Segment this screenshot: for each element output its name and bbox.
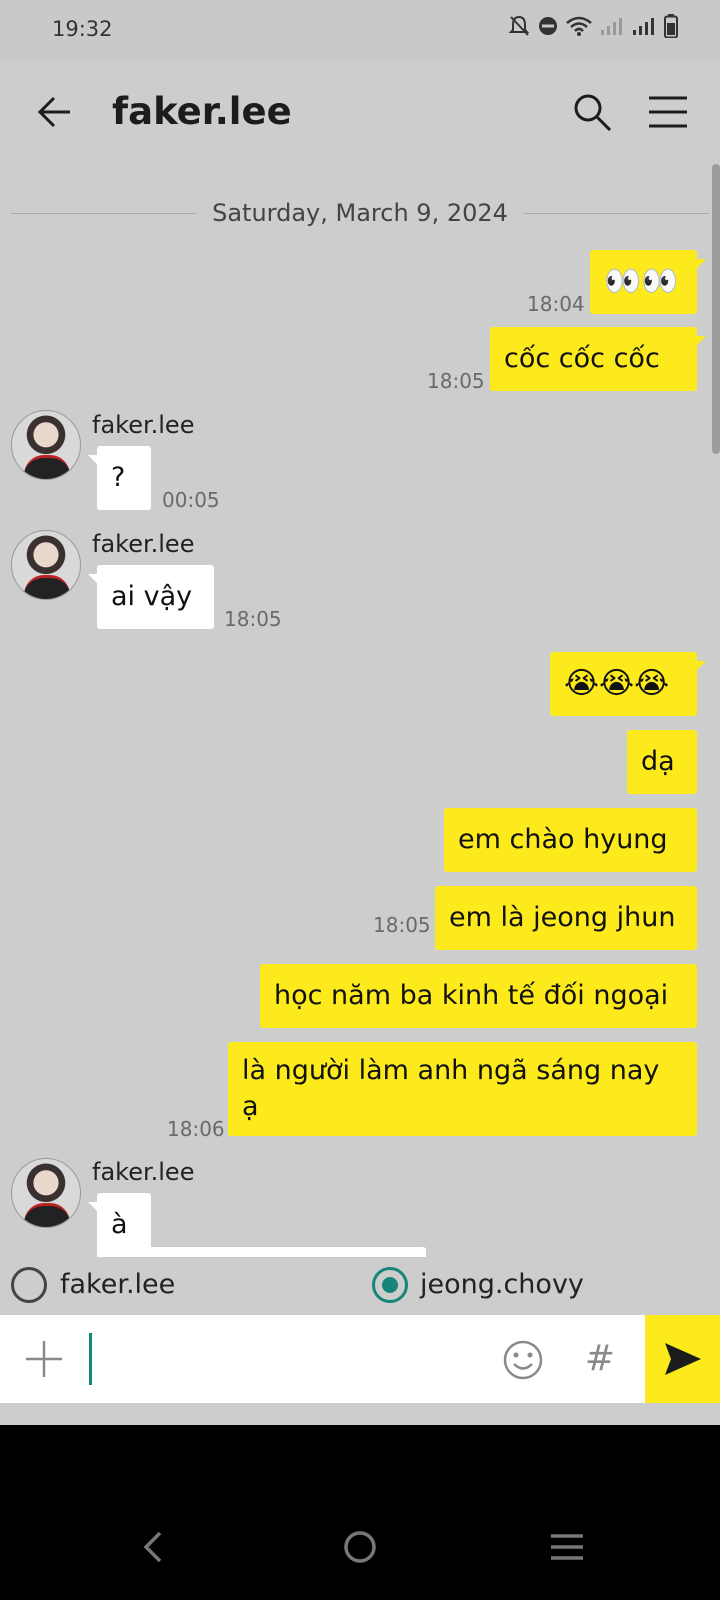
message-input-bar: # (0, 1315, 720, 1403)
send-button[interactable] (645, 1315, 720, 1403)
send-icon (664, 1343, 701, 1375)
status-time: 19:32 (52, 17, 113, 41)
message-time: 18:05 (373, 913, 431, 937)
sender-name: faker.lee (92, 1158, 195, 1186)
nav-recents-button[interactable] (545, 1525, 589, 1569)
speaker-label[interactable]: jeong.chovy (420, 1269, 584, 1300)
avatar[interactable] (11, 410, 81, 480)
avatar[interactable] (11, 530, 81, 600)
nav-back-button[interactable] (132, 1525, 176, 1569)
system-nav-bar (0, 1425, 720, 1600)
emoji-icon (503, 1340, 543, 1380)
message-bubble-sent[interactable]: 😭😭😭 (550, 652, 706, 716)
signal-icon (600, 16, 624, 40)
chat-title: faker.lee (112, 90, 292, 133)
menu-icon (649, 96, 687, 128)
hashtag-button[interactable]: # (578, 1337, 622, 1381)
nav-home-button[interactable] (338, 1525, 382, 1569)
sender-name: faker.lee (92, 411, 195, 439)
message-time: 18:05 (224, 607, 282, 631)
scrollbar[interactable] (712, 164, 720, 454)
message-time: 18:04 (527, 292, 585, 316)
date-separator-label: Saturday, March 9, 2024 (212, 199, 508, 227)
avatar[interactable] (11, 1158, 81, 1228)
status-icons (508, 14, 678, 42)
message-bubble-sent[interactable]: 👀👀 (590, 250, 706, 314)
plus-icon (26, 1341, 62, 1377)
message-bubble-received[interactable]: ? (88, 446, 151, 510)
message-time: 18:06 (167, 1117, 225, 1141)
home-icon (344, 1531, 376, 1563)
message-time: 18:05 (427, 369, 485, 393)
date-separator: Saturday, March 9, 2024 (11, 197, 709, 229)
bell-off-icon (508, 14, 530, 42)
message-bubble-sent[interactable]: em là jeong jhun (435, 886, 697, 950)
speaker-radio-faker[interactable] (11, 1267, 47, 1303)
attach-button[interactable] (22, 1337, 66, 1381)
dnd-icon (538, 16, 558, 40)
speaker-selector: faker.lee jeong.chovy (0, 1257, 720, 1315)
message-bubble-sent[interactable]: học năm ba kinh tế đối ngoại (260, 964, 697, 1028)
message-time: 00:05 (162, 488, 220, 512)
search-icon (574, 94, 612, 132)
search-button[interactable] (568, 88, 616, 136)
signal-icon (632, 16, 656, 40)
status-bar: 19:32 (0, 0, 720, 60)
back-arrow-icon (37, 96, 70, 128)
message-bubble-sent[interactable]: dạ (627, 730, 697, 794)
message-bubble-sent[interactable]: cốc cốc cốc (490, 327, 706, 391)
message-input[interactable] (89, 1333, 92, 1385)
message-bubble-received[interactable]: ai vậy (88, 565, 214, 629)
back-button[interactable] (32, 88, 80, 136)
recents-icon (551, 1534, 583, 1560)
emoji-button[interactable] (501, 1338, 545, 1382)
battery-icon (664, 14, 678, 42)
menu-button[interactable] (645, 88, 693, 136)
wifi-icon (566, 16, 592, 40)
chat-screen: faker.lee Saturday, March 9, 2024 18:04 … (0, 60, 720, 1425)
speaker-label[interactable]: faker.lee (60, 1269, 175, 1300)
message-bubble-sent[interactable]: em chào hyung (444, 808, 697, 872)
speaker-radio-chovy[interactable] (372, 1267, 408, 1303)
back-icon (143, 1531, 162, 1563)
sender-name: faker.lee (92, 530, 195, 558)
chat-header: faker.lee (0, 60, 720, 164)
message-bubble-sent[interactable]: là người làm anh ngã sáng nay ạ (228, 1042, 697, 1136)
